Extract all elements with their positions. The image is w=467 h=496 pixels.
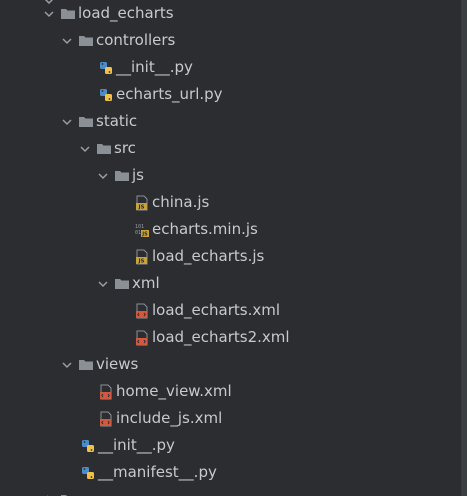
folder-icon [114,276,130,292]
javascript-file-icon: JS [134,195,150,211]
python-file-icon [98,60,114,76]
tree-row-module-init-py[interactable]: __init__.py [0,432,462,459]
minified-js-file-icon: 101 01 JS [134,222,150,238]
chevron-down-icon[interactable] [96,169,110,183]
chevron-down-icon[interactable] [60,115,74,129]
tree-item-label: include_js.xml [116,409,223,427]
tree-row-echarts-min-js[interactable]: 101 01 JS echarts.min.js [0,216,462,243]
tree-item-label: js [132,166,144,184]
tree-row-xml-folder[interactable]: xml [0,270,462,297]
tree-item-label: load_echarts.xml [152,301,281,319]
tree-item-label: static [96,112,138,130]
tree-item-label: src [114,139,136,157]
svg-text:JS: JS [141,231,148,237]
tree-item-label: echarts_url.py [116,85,223,103]
chevron-down-icon[interactable] [60,34,74,48]
chevron-down-icon[interactable] [42,7,56,21]
tree-item-label: views [96,355,139,373]
tree-row-china-js[interactable]: JS china.js [0,189,462,216]
tree-item-label: load_echarts [78,4,174,22]
chevron-down-icon[interactable] [78,142,92,156]
tree-row-views[interactable]: views [0,351,462,378]
tree-item-label: china.js [152,193,210,211]
xml-file-icon [134,330,150,346]
tree-item-label: __init__.py [116,58,193,76]
tree-row-home-view-xml[interactable]: home_view.xml [0,378,462,405]
svg-text:01: 01 [135,230,141,236]
tree-row-echarts-url-py[interactable]: echarts_url.py [0,81,462,108]
tree-item-label: xml [132,274,160,292]
svg-text:JS: JS [137,204,144,210]
tree-row-load-echarts[interactable]: load_echarts [0,0,462,27]
folder-icon [78,357,94,373]
tree-row-load-echarts2-xml[interactable]: load_echarts2.xml [0,324,462,351]
chevron-right-icon[interactable] [42,493,56,496]
tree-item-label: echarts.min.js [152,220,258,238]
tree-item-label: load_echarts2.xml [152,328,290,346]
folder-icon [78,33,94,49]
scrollbar[interactable] [461,0,467,496]
chevron-down-icon[interactable] [96,277,110,291]
folder-icon [78,114,94,130]
tree-row-src[interactable]: src [0,135,462,162]
tree-row-include-js-xml[interactable]: include_js.xml [0,405,462,432]
python-file-icon [80,465,96,481]
tree-row-js[interactable]: js [0,162,462,189]
tree-row-load-echarts-xml[interactable]: load_echarts.xml [0,297,462,324]
xml-file-icon [98,384,114,400]
tree-item-label: __init__.py [98,436,175,454]
svg-text:JS: JS [137,258,144,264]
chevron-down-icon[interactable] [60,358,74,372]
tree-item-label: __manifest__.py [98,463,217,481]
tree-row-load-echarts-js[interactable]: JS load_echarts.js [0,243,462,270]
python-file-icon [80,438,96,454]
xml-file-icon [98,411,114,427]
folder-icon [96,141,112,157]
xml-file-icon [134,303,150,319]
project-tree-panel: load_echarts controllers __init__.py ech… [0,0,462,496]
tree-row-controllers[interactable]: controllers [0,27,462,54]
tree-row-manifest-py[interactable]: __manifest__.py [0,459,462,486]
folder-icon [60,492,76,496]
javascript-file-icon: JS [134,249,150,265]
folder-icon [114,168,130,184]
tree-item-label: home_view.xml [116,382,232,400]
tree-row-controllers-init-py[interactable]: __init__.py [0,54,462,81]
tree-item-label: load_echarts.js [152,247,265,265]
folder-icon [60,6,76,22]
tree-item-label: controllers [96,31,176,49]
tree-row-static[interactable]: static [0,108,462,135]
tree-row-clipped-bottom[interactable] [0,486,462,496]
python-file-icon [98,87,114,103]
